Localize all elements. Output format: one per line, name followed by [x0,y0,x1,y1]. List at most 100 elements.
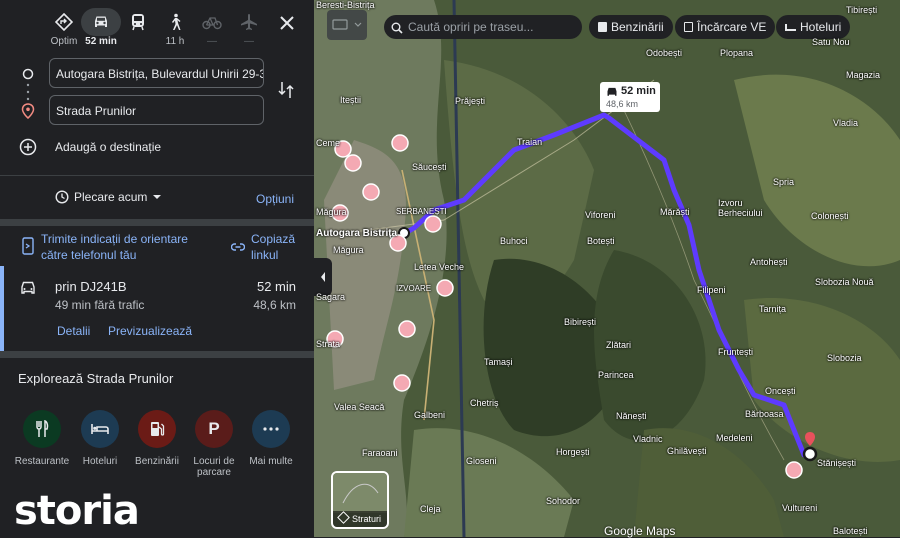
place-label: Satu Nou [812,37,850,47]
add-destination-icon [19,138,37,161]
explore-label: Benzinării [135,456,179,467]
clock-icon [55,190,69,204]
options-button[interactable]: Opțiuni [256,192,294,206]
saved-place-heart-icon[interactable] [785,461,803,479]
saved-place-heart-icon[interactable] [424,215,442,233]
saved-place-heart-icon[interactable] [398,320,416,338]
hotel-icon [81,410,119,448]
place-label: Autogara Bistrița [316,228,398,239]
place-label: Prăjești [455,96,486,106]
origin-input[interactable]: Autogara Bistrița, Bulevardul Unirii 29-… [49,58,264,88]
route-time-tooltip[interactable]: 52 min 48,6 km [600,82,660,112]
destination-input[interactable]: Strada Prunilor [49,95,264,125]
place-label: Vultureni [782,503,818,513]
copy-link-button[interactable]: Copiază linkul [251,231,306,263]
collapse-panel-button[interactable] [314,258,332,296]
place-label: Slobozia [827,353,862,363]
directions-panel: Optim 52 min 11 h — — Autogara Bistrița,… [0,0,314,537]
saved-place-heart-icon[interactable] [393,374,411,392]
tooltip-time: 52 min [621,85,656,97]
place-label: Traian [517,137,543,147]
route-time: 52 min [256,279,296,294]
place-label: Magazia [846,70,881,80]
divider [0,219,314,226]
mode-flight[interactable]: — [226,8,272,47]
route-option-card[interactable]: prin DJ241B 49 min fără trafic 52 min 48… [0,266,314,351]
saved-place-heart-icon[interactable] [391,134,409,152]
depart-time-dropdown[interactable]: Plecare acum [55,190,162,204]
chip-label: Hoteluri [800,20,842,34]
search-along-route-input[interactable]: Caută opriri pe traseu... [384,15,582,39]
route-via: prin DJ241B [55,279,127,294]
swap-icon [278,82,294,98]
gas-station-icon [138,410,176,448]
send-to-phone-icon [22,237,34,260]
explore-label: Locuri de parcare [193,456,235,478]
tooltip-distance: 48,6 km [606,99,639,109]
send-directions-to-phone-link[interactable]: Trimite indicații de orientare către tel… [41,231,201,263]
place-label: Strata [316,339,341,349]
chevron-left-icon [321,272,325,282]
saved-place-heart-icon[interactable] [362,183,380,201]
explore-title: Explorează Strada Prunilor [18,371,174,386]
place-label: SERBANEȘTI [396,207,447,216]
restaurant-icon [23,410,61,448]
place-label: IZVOARE [396,284,432,293]
explore-more[interactable]: Mai multe [236,410,306,467]
place-label: Colonești [811,211,849,221]
place-label: Ghilăvești [667,446,707,456]
chip-hotels[interactable]: Hoteluri [776,15,851,39]
mode-label: — [207,36,217,47]
place-label: Parincea [598,370,634,380]
place-label: Slobozia Nouă [815,277,874,287]
saved-place-heart-icon[interactable] [436,279,454,297]
close-icon [280,16,294,30]
search-icon [391,21,403,39]
caret-down-icon [153,195,162,199]
chip-ev-charging[interactable]: Încărcare VE [675,15,776,39]
place-label: Valea Seacă [334,402,385,412]
place-label: Bibirești [564,317,597,327]
place-label: Zlătari [606,340,632,350]
details-button[interactable]: Detalii [57,324,90,338]
place-label: Bărboasa [745,409,784,419]
explore-label: Mai multe [249,456,293,467]
place-label: Mărăști [660,207,690,217]
preview-button[interactable]: Previzualizează [108,324,192,338]
travel-mode-bar: Optim 52 min 11 h — — [0,0,314,58]
map-attribution: Google Maps [604,524,676,538]
explore-label: Hoteluri [82,456,118,467]
place-label: Nănești [616,411,647,421]
place-label: Galbeni [414,410,446,420]
divider [0,351,314,358]
place-label: Antohești [750,257,788,267]
place-label: Balotești [833,526,868,536]
place-label: Sohodor [546,496,581,506]
swap-button[interactable] [278,80,294,105]
route-distance: 48,6 km [253,298,296,312]
close-button[interactable] [276,12,298,34]
place-label: Viforeni [585,210,616,220]
depart-label: Plecare acum [74,190,148,204]
place-label: Ceme [316,138,341,148]
layers-button[interactable]: Straturi [331,471,389,529]
mode-label: — [244,36,254,47]
parking-icon: P [195,410,233,448]
add-destination-button[interactable]: Adaugă o destinație [55,140,161,154]
place-label: Chetriș [470,398,499,408]
place-label: Faraoani [362,448,398,458]
divider [0,175,314,176]
map-type-button[interactable] [327,10,367,40]
place-label: Cleja [420,504,441,514]
route-traffic-note: 49 min fără trafic [55,298,145,312]
map-canvas[interactable] [314,0,900,537]
saved-place-heart-icon[interactable] [344,154,362,172]
chip-gas-stations[interactable]: Benzinării [589,15,673,39]
mode-label: 52 min [85,36,117,47]
place-label: Odobești [646,48,683,58]
place-label: Tamași [484,357,513,367]
explore-label: Restaurante [14,456,70,467]
place-label: Vladnic [633,434,663,444]
place-label: Botești [587,236,615,246]
saved-places-layer [326,134,803,479]
